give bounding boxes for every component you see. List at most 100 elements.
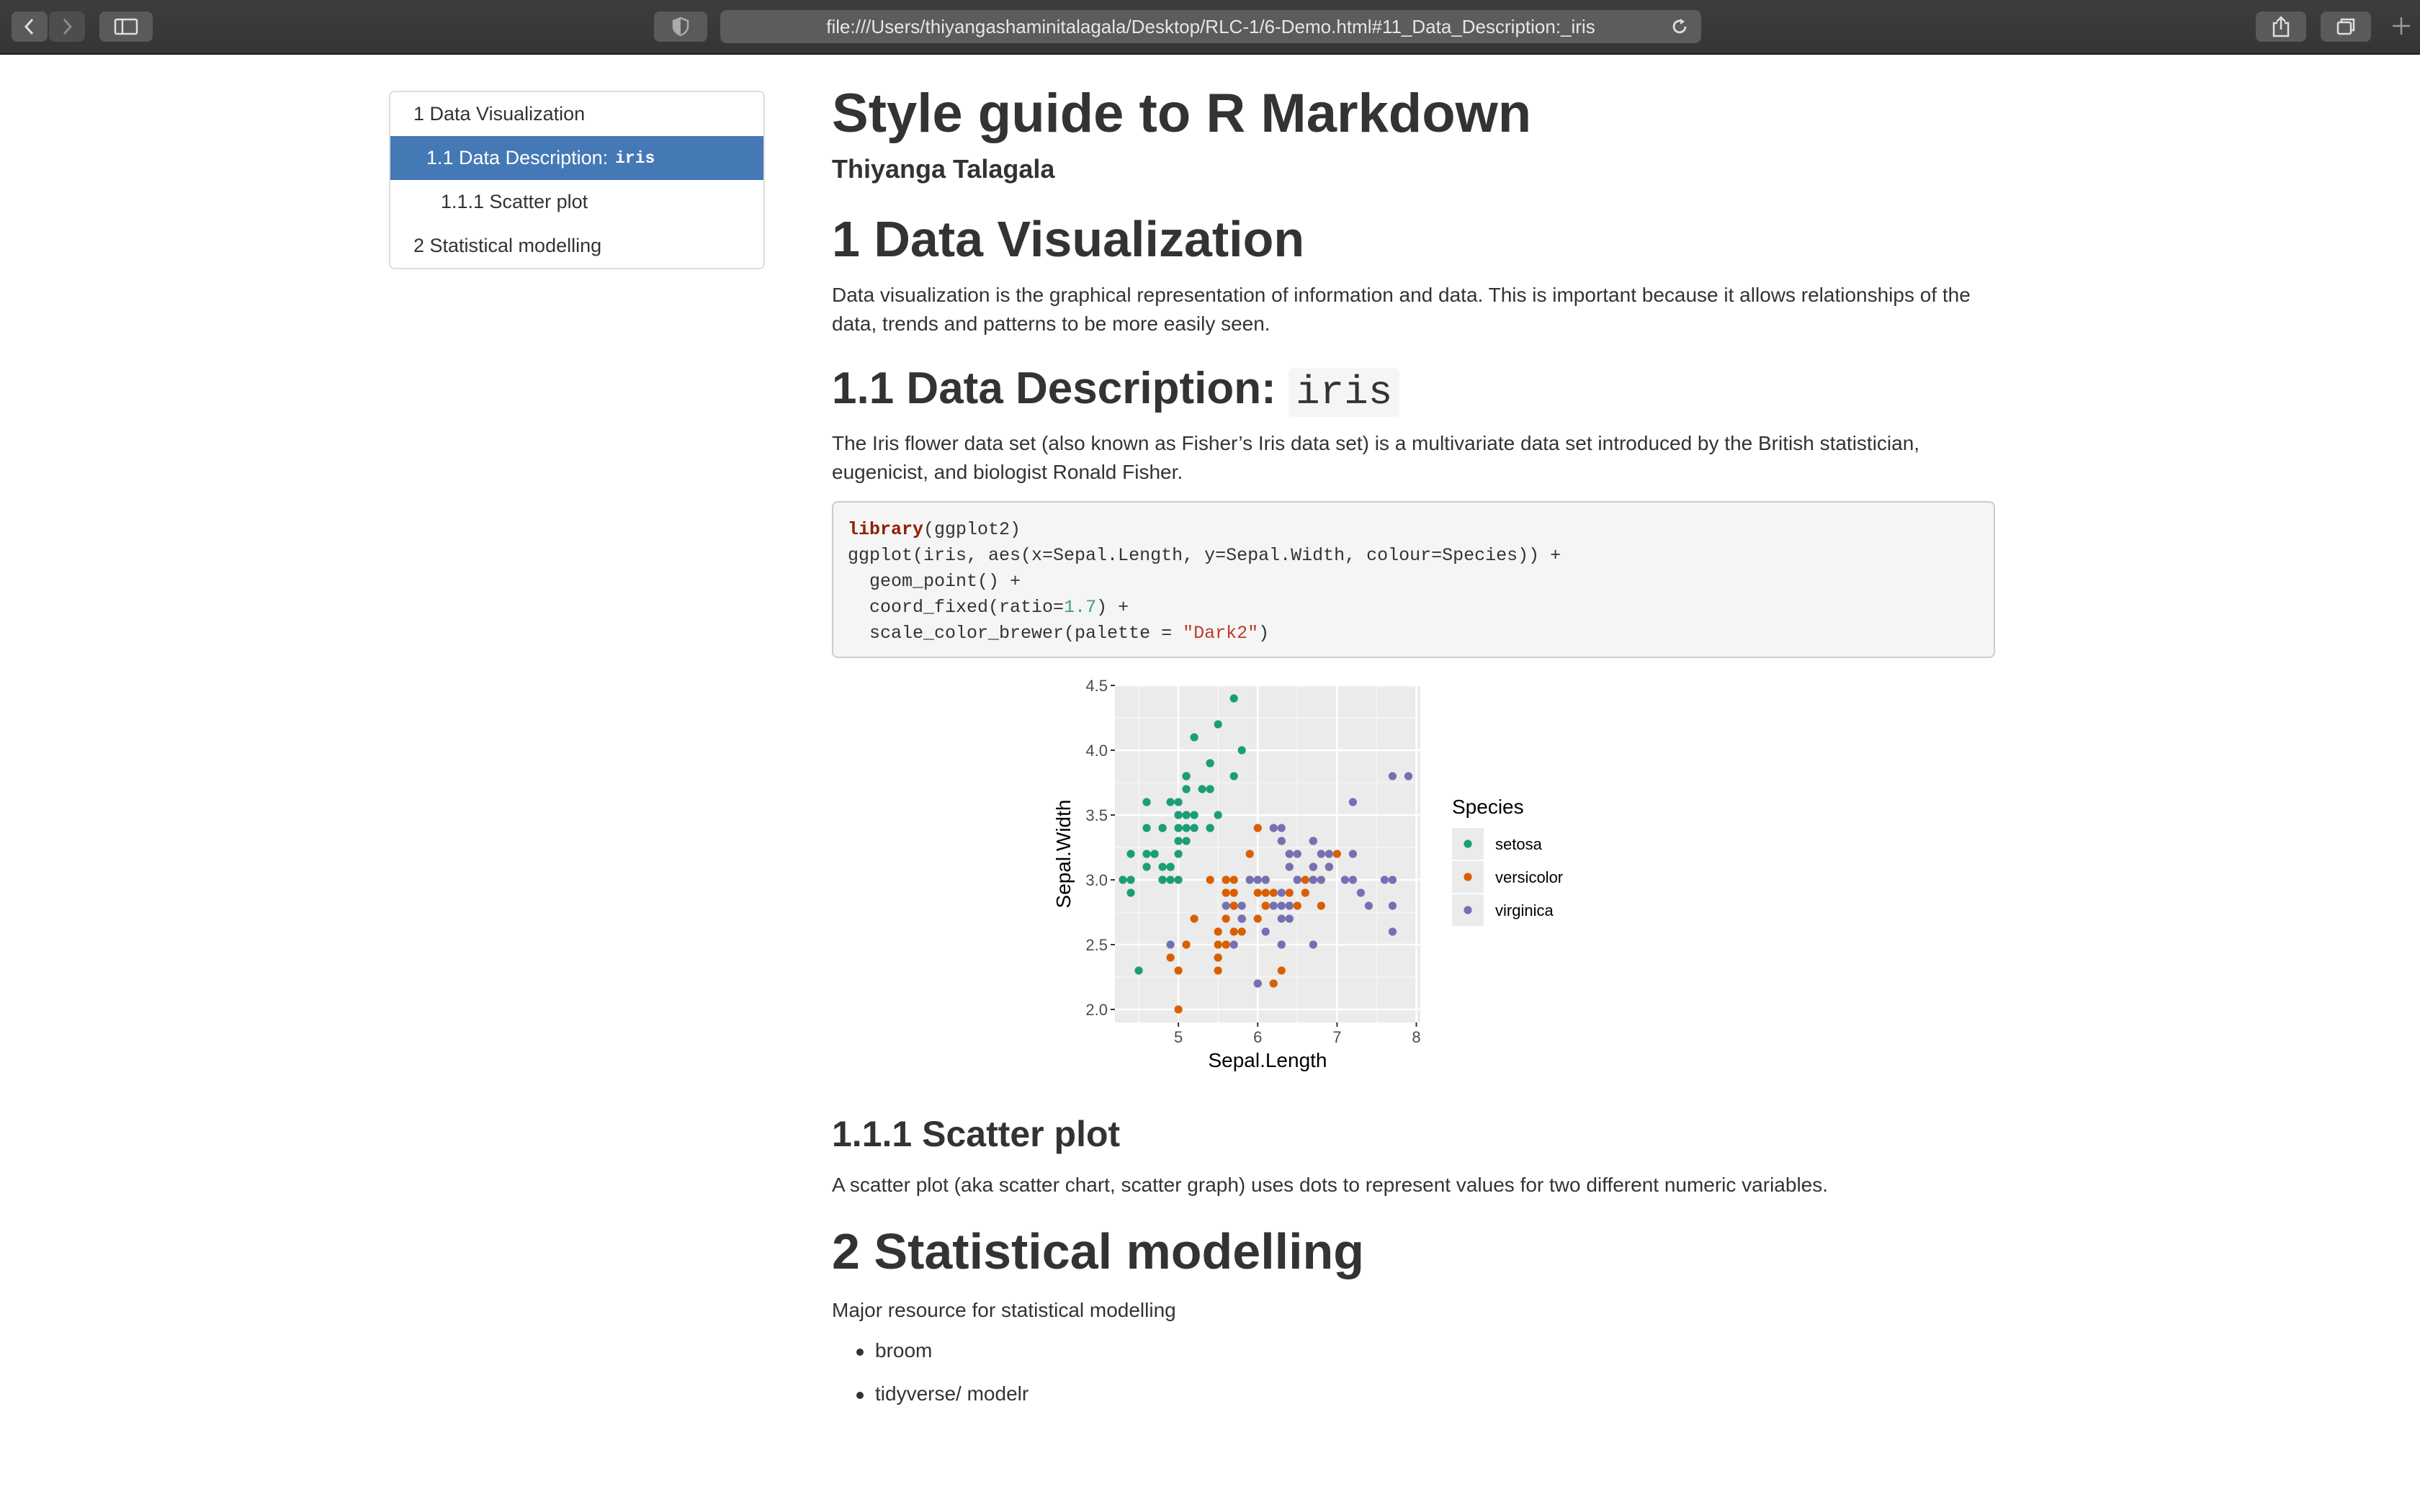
data-point	[1388, 927, 1397, 936]
code-number: 1.7	[1064, 597, 1097, 618]
data-point	[1190, 824, 1198, 832]
data-point	[1285, 863, 1294, 871]
chevron-left-icon	[24, 18, 34, 35]
data-point	[1158, 824, 1167, 832]
shield-icon	[672, 17, 689, 37]
y-tick-label: 2.5	[1085, 936, 1108, 954]
heading-text: 1.1 Data Description:	[832, 364, 1276, 413]
data-point	[1134, 966, 1143, 975]
data-point	[1277, 940, 1286, 949]
forward-button[interactable]	[49, 12, 85, 42]
data-point	[1182, 940, 1191, 949]
toc-item-data-visualization[interactable]: 1 Data Visualization	[390, 92, 763, 136]
address-bar[interactable]: file:///Users/thiyangashaminitalagala/De…	[720, 10, 1701, 43]
new-tab-button[interactable]	[2388, 13, 2414, 39]
toc-item-scatter-plot[interactable]: 1.1.1 Scatter plot	[390, 180, 763, 224]
data-point	[1190, 811, 1198, 819]
plot-panel	[1115, 685, 1420, 1022]
data-point	[1214, 953, 1222, 962]
toc-item-data-description[interactable]: 1.1 Data Description: iris	[390, 136, 763, 180]
y-tick-label: 3.0	[1085, 871, 1108, 889]
back-button[interactable]	[12, 12, 48, 42]
data-point	[1261, 927, 1270, 936]
code-text: coord_fixed(ratio=	[848, 597, 1065, 618]
data-point	[1166, 876, 1175, 884]
code-string: "Dark2"	[1183, 623, 1259, 644]
data-point	[1229, 876, 1238, 884]
legend-title: Species	[1452, 796, 1524, 818]
toc-item-label: 2 Statistical modelling	[413, 235, 602, 256]
data-point	[1285, 888, 1294, 897]
browser-toolbar: file:///Users/thiyangashaminitalagala/De…	[0, 0, 2420, 55]
data-point	[1388, 772, 1397, 780]
legend-label: setosa	[1495, 835, 1543, 853]
data-point	[1364, 901, 1373, 910]
data-point	[1206, 824, 1214, 832]
toc-item-label: 1.1.1 Scatter plot	[441, 191, 588, 212]
legend-label: virginica	[1495, 901, 1554, 919]
data-point	[1309, 876, 1317, 884]
data-point	[1388, 876, 1397, 884]
data-point	[1293, 850, 1301, 858]
data-point	[1325, 850, 1333, 858]
data-point	[1166, 798, 1175, 806]
sidebar-icon	[114, 18, 138, 35]
data-point	[1277, 901, 1286, 910]
x-tick-label: 5	[1174, 1028, 1183, 1046]
data-point	[1126, 888, 1135, 897]
data-point	[1126, 850, 1135, 858]
data-point	[1301, 888, 1309, 897]
list-item: tidyverse/ modelr	[856, 1382, 1028, 1405]
data-point	[1190, 914, 1198, 923]
data-point	[1174, 850, 1183, 858]
data-point	[1253, 824, 1262, 832]
data-point	[1190, 733, 1198, 742]
data-point	[1237, 901, 1246, 910]
data-point	[1214, 940, 1222, 949]
y-tick-label: 3.5	[1085, 806, 1108, 824]
code-text: scale_color_brewer(palette =	[848, 623, 1183, 644]
legend-marker	[1464, 906, 1472, 914]
data-point	[1269, 901, 1278, 910]
data-point	[1293, 876, 1301, 884]
data-point	[1253, 914, 1262, 923]
data-point	[1317, 876, 1325, 884]
data-point	[1174, 811, 1183, 819]
data-point	[1285, 850, 1294, 858]
share-button[interactable]	[2256, 12, 2306, 42]
data-point	[1214, 927, 1222, 936]
data-point	[1348, 850, 1357, 858]
data-point	[1277, 837, 1286, 845]
author: Thiyanga Talagala	[832, 154, 1055, 184]
data-point	[1269, 979, 1278, 988]
toc-item-statistical-modelling[interactable]: 2 Statistical modelling	[390, 224, 763, 268]
legend-marker	[1464, 873, 1472, 881]
data-point	[1142, 824, 1151, 832]
data-point	[1356, 888, 1366, 897]
data-point	[1317, 901, 1325, 910]
tabs-overview-button[interactable]	[2321, 12, 2371, 42]
privacy-button[interactable]	[654, 12, 707, 42]
sidebar-toggle-button[interactable]	[99, 12, 153, 42]
data-point	[1277, 966, 1286, 975]
data-point	[1214, 811, 1222, 819]
data-point	[1277, 888, 1286, 897]
data-point	[1380, 876, 1389, 884]
data-point	[1119, 876, 1127, 884]
data-point	[1174, 798, 1183, 806]
reload-icon[interactable]	[1670, 17, 1690, 37]
code-line: geom_point() +	[848, 571, 1021, 592]
data-point	[1174, 1005, 1183, 1014]
data-point	[1261, 901, 1270, 910]
data-point	[1182, 837, 1191, 845]
data-point	[1309, 837, 1317, 845]
data-point	[1182, 785, 1191, 793]
data-point	[1158, 876, 1167, 884]
data-point	[1229, 927, 1238, 936]
data-point	[1222, 940, 1230, 949]
data-point	[1198, 785, 1206, 793]
data-point	[1348, 876, 1357, 884]
data-point	[1214, 720, 1222, 729]
data-point	[1166, 940, 1175, 949]
data-point	[1285, 901, 1294, 910]
